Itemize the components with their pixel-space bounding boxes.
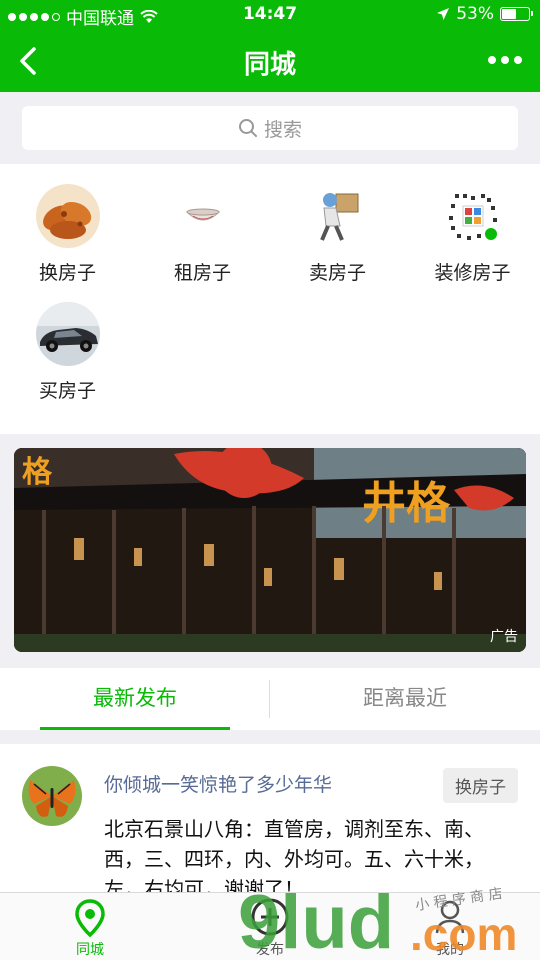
tab-latest[interactable]: 最新发布 <box>0 668 270 730</box>
search-input[interactable]: 搜索 <box>22 106 518 150</box>
qr-code-image <box>440 184 505 248</box>
category-label: 租房子 <box>173 262 231 284</box>
tabbar-label: 发布 <box>256 942 284 958</box>
tabbar-item-publish[interactable]: 发布 <box>180 893 360 960</box>
active-tab-indicator <box>40 727 230 730</box>
nav-bar: 同城 <box>0 30 540 92</box>
avatar[interactable] <box>22 766 82 826</box>
tabbar-label: 同城 <box>76 942 104 958</box>
post-category-tag: 换房子 <box>443 768 518 803</box>
feed-tabs: 最新发布 距离最近 <box>0 668 540 730</box>
post-content: 北京石景山八角：直管房，调剂至东、南、西，三、四环，内、外均可。五、六十米，左，… <box>104 817 484 894</box>
category-label: 装修房子 <box>434 262 511 284</box>
more-dots-icon[interactable] <box>488 56 522 64</box>
location-arrow-icon <box>437 8 450 20</box>
tab-nearest[interactable]: 距离最近 <box>270 668 540 730</box>
tabbar-label: 我的 <box>436 942 464 958</box>
list-item[interactable]: 你倾城一笑惊艳了多少年华 换房子 北京石景山八角：直管房，调剂至东、南、西，三、… <box>0 744 540 894</box>
bowl-image <box>170 184 235 248</box>
category-sell-house[interactable]: 卖房子 <box>270 164 405 284</box>
delivery-man-image <box>305 184 370 248</box>
category-renovate-house[interactable]: 装修房子 <box>405 164 540 284</box>
car-image <box>35 302 100 366</box>
battery-percent: 53% <box>456 4 494 24</box>
category-label: 卖房子 <box>308 262 366 284</box>
location-pin-icon <box>75 899 105 938</box>
search-placeholder: 搜索 <box>263 118 302 141</box>
page-title: 同城 <box>243 50 296 80</box>
battery-icon <box>500 7 533 21</box>
category-grid: 换房子 租房子 卖房子 装修房子 买房子 <box>0 164 540 434</box>
search-icon <box>238 119 257 137</box>
category-label: 买房子 <box>38 380 96 402</box>
ad-label: 广告 <box>490 629 518 645</box>
plus-circle-icon <box>251 898 289 936</box>
bottom-tabbar: 同城 发布 我的 <box>0 892 540 960</box>
tabbar-item-city[interactable]: 同城 <box>0 893 180 960</box>
search-area: 搜索 <box>0 92 540 164</box>
chicken-wings-image <box>35 184 100 248</box>
svg-text:格: 格 <box>22 455 53 490</box>
tabbar-item-mine[interactable]: 我的 <box>360 893 540 960</box>
status-right: 53% <box>436 4 533 24</box>
post-author[interactable]: 你倾城一笑惊艳了多少年华 <box>104 770 332 797</box>
status-bar: 中国联通 14:47 53% <box>0 0 540 30</box>
ad-banner[interactable]: 格 井格 广告 <box>14 448 526 652</box>
category-label: 换房子 <box>38 262 96 284</box>
banner-sign: 井格 <box>362 478 451 529</box>
category-rent-house[interactable]: 租房子 <box>135 164 270 284</box>
user-icon <box>435 900 465 934</box>
category-buy-house[interactable]: 买房子 <box>0 282 135 402</box>
restaurant-storefront-image: 格 井格 <box>14 448 526 652</box>
category-swap-house[interactable]: 换房子 <box>0 164 135 284</box>
